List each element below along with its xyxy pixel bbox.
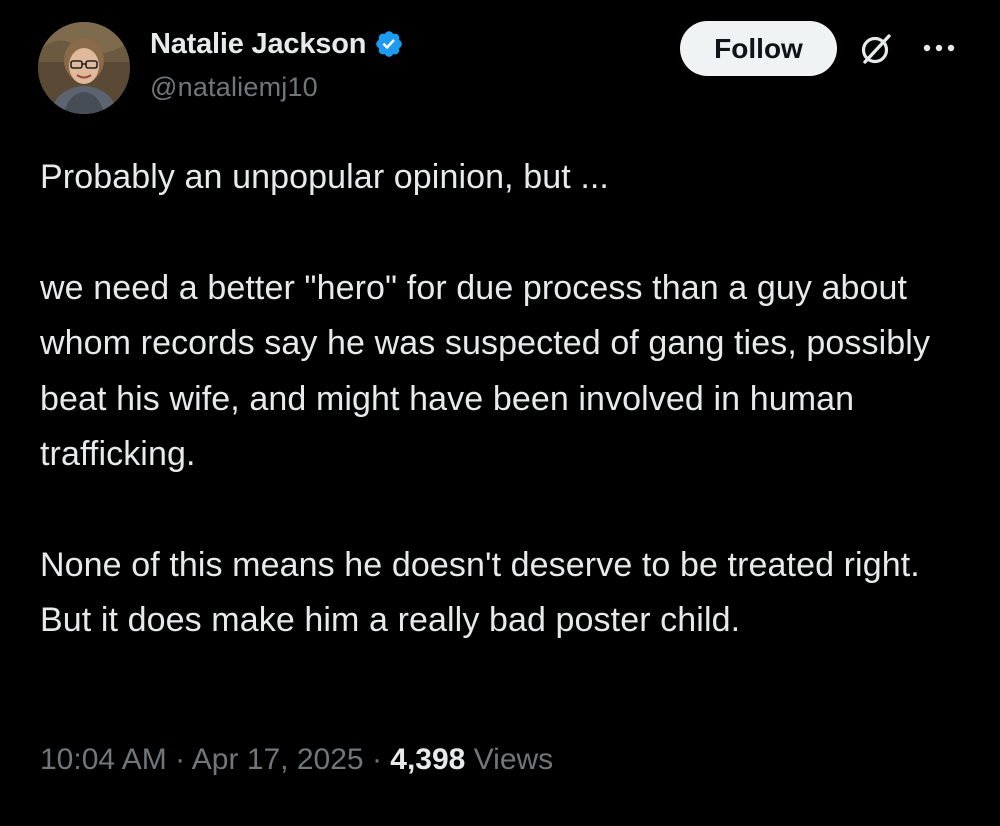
tweet-paragraph: Probably an unpopular opinion, but ... (40, 158, 609, 196)
avatar[interactable] (38, 22, 130, 114)
tweet-time[interactable]: 10:04 AM (40, 743, 167, 776)
author-handle[interactable]: @nataliemj10 (150, 72, 318, 103)
meta-separator: · (175, 743, 186, 776)
avatar-image (38, 22, 130, 114)
grok-icon[interactable] (856, 29, 896, 69)
author-display-name[interactable]: Natalie Jackson (150, 28, 366, 61)
meta-separator: · (371, 743, 382, 776)
tweet-meta: 10:04 AM · Apr 17, 2025 · 4,398 Views (40, 743, 553, 777)
more-options-icon[interactable] (918, 38, 960, 58)
views-label[interactable]: Views (474, 743, 553, 776)
views-count[interactable]: 4,398 (390, 743, 465, 776)
follow-button[interactable]: Follow (680, 21, 837, 76)
tweet-card: Natalie Jackson @nataliemj10 Follow Prob… (0, 0, 1000, 826)
tweet-paragraph: None of this means he doesn't deserve to… (40, 545, 920, 640)
author-name-row[interactable]: Natalie Jackson (150, 26, 404, 62)
verified-badge-icon[interactable] (374, 29, 404, 59)
tweet-paragraph: we need a better "hero" for due process … (40, 268, 931, 474)
tweet-text: Probably an unpopular opinion, but ... w… (40, 150, 970, 649)
tweet-date[interactable]: Apr 17, 2025 (192, 743, 364, 776)
